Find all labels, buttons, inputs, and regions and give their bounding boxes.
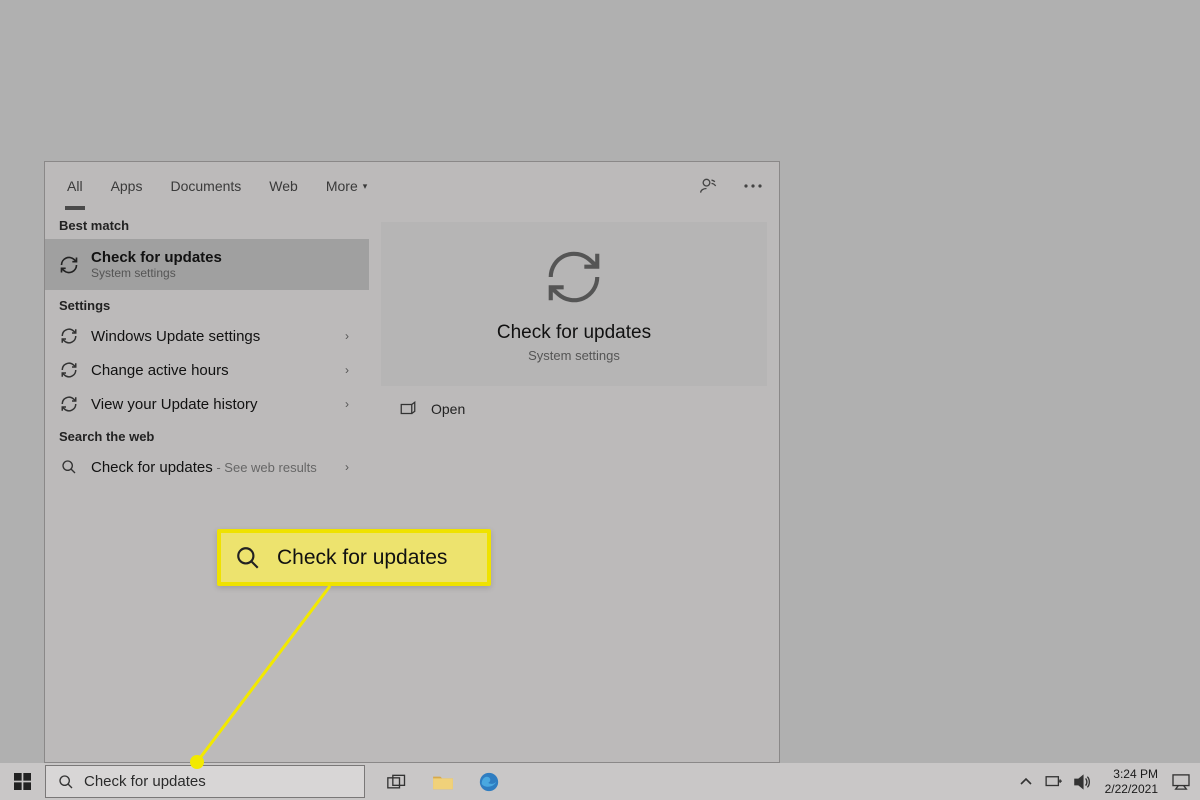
annotation-line — [0, 0, 1200, 800]
annotation-marker — [190, 755, 204, 769]
